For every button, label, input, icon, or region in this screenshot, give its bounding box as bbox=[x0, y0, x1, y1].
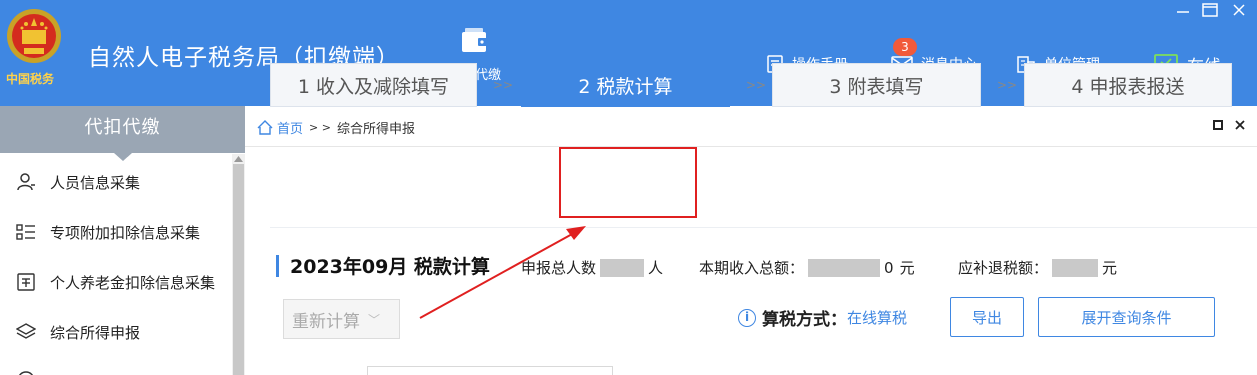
annotation-arrow bbox=[419, 226, 586, 319]
